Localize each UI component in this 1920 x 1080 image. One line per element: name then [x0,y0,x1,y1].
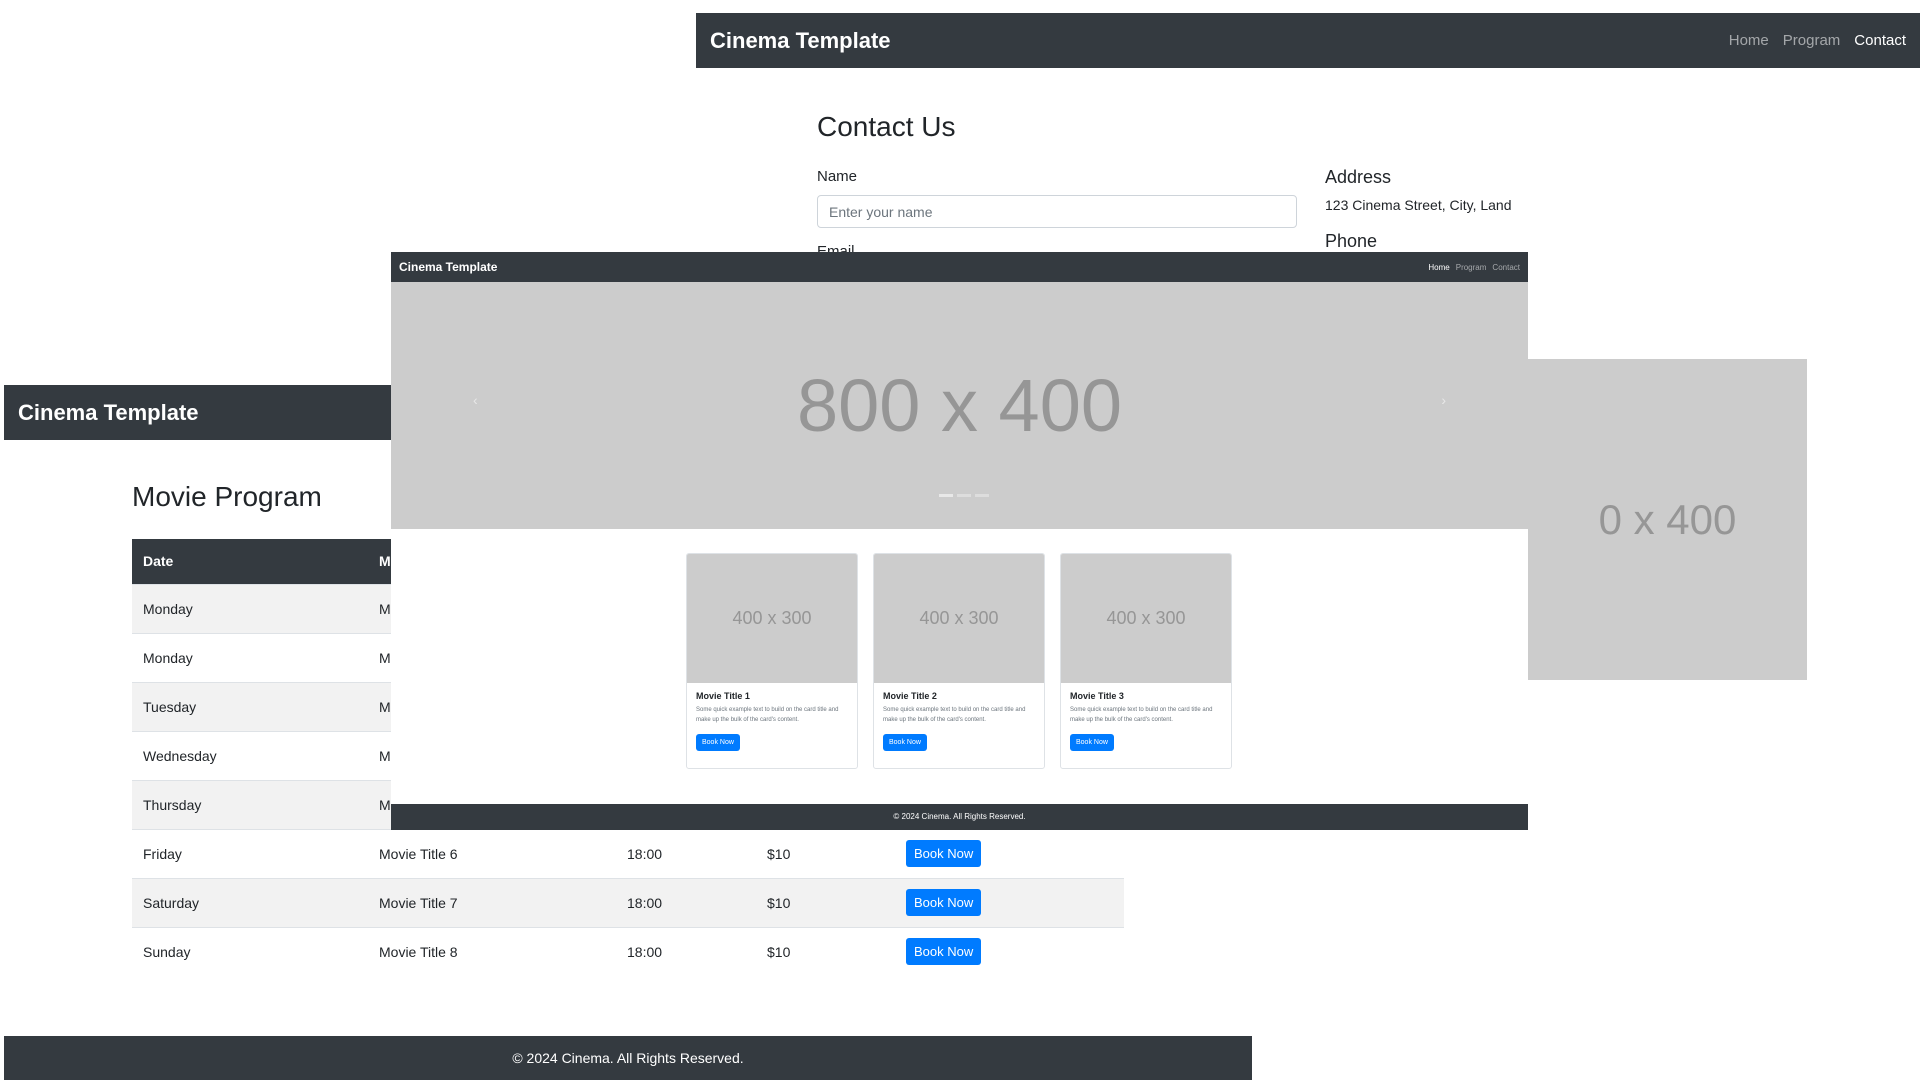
home-footer: © 2024 Cinema. All Rights Reserved. [391,804,1528,830]
nav-link-program[interactable]: Program [1783,32,1841,49]
book-now-button[interactable]: Book Now [1070,734,1114,751]
contact-page-window: Cinema Template Home Program Contact Con… [696,13,1920,253]
card-text: Some quick example text to build on the … [1070,707,1213,723]
side-image-placeholder: 0 x 400 [1528,359,1807,680]
address-text: 123 Cinema Street, City, Land [1325,197,1512,213]
carousel-indicator[interactable] [939,494,953,497]
card-body: Movie Title 3 Some quick example text to… [1061,683,1231,759]
chevron-left-icon[interactable]: ‹ [473,392,478,408]
card-body: Movie Title 1 Some quick example text to… [687,683,857,759]
cell-movie: Movie Title 8 [368,926,616,976]
carousel-image-text: 800 x 400 [796,364,1123,447]
cell-time: 18:00 [616,877,756,927]
cell-day: Monday [132,632,368,682]
nav-link-contact[interactable]: Contact [1492,263,1520,272]
carousel-indicators [937,494,991,497]
cell-day: Saturday [132,877,368,927]
cell-day: Tuesday [132,681,368,731]
navbar-brand[interactable]: Cinema Template [18,400,199,426]
book-now-button[interactable]: Book Now [883,734,927,751]
book-now-button[interactable]: Book Now [906,840,982,867]
card-text: Some quick example text to build on the … [883,707,1026,723]
name-input[interactable] [817,195,1297,228]
card-image-text: 400 x 300 [919,608,999,628]
nav-link-contact[interactable]: Contact [1854,32,1906,49]
movie-card: 400 x 300 Movie Title 3 Some quick examp… [1060,553,1232,769]
side-image-text: 0 x 400 [1598,495,1737,543]
movie-card: 400 x 300 Movie Title 2 Some quick examp… [873,553,1045,769]
cell-movie: Movie Title 7 [368,877,616,927]
home-navbar: Cinema Template Home Program Contact [391,252,1528,282]
column-header-date: Date [132,539,368,584]
table-row: Friday Movie Title 6 18:00 $10 Book Now [132,828,1124,878]
page-title: Contact Us [817,111,956,142]
carousel-indicator[interactable] [975,494,989,497]
cell-action: Book Now [895,877,1124,927]
carousel-indicator[interactable] [957,494,971,497]
cell-day: Sunday [132,926,368,976]
phone-heading: Phone [1325,231,1378,251]
hero-carousel: 800 x 400 ‹ › [391,282,1528,529]
card-image-placeholder: 400 x 300 [1061,554,1231,683]
cell-price: $10 [756,926,895,976]
card-image-placeholder: 400 x 300 [874,554,1044,683]
table-row: Sunday Movie Title 8 18:00 $10 Book Now [132,926,1124,976]
nav-link-home[interactable]: Home [1729,32,1769,49]
navbar-brand[interactable]: Cinema Template [399,260,497,274]
cell-day: Friday [132,828,368,878]
program-footer: © 2024 Cinema. All Rights Reserved. [4,1036,1252,1080]
navbar-brand[interactable]: Cinema Template [710,28,891,54]
table-row: Saturday Movie Title 7 18:00 $10 Book No… [132,877,1124,927]
home-page-window: Cinema Template Home Program Contact 800… [391,252,1528,830]
nav-link-program[interactable]: Program [1456,263,1487,272]
cell-time: 18:00 [616,926,756,976]
card-image-placeholder: 400 x 300 [687,554,857,683]
card-image-text: 400 x 300 [732,608,812,628]
book-now-button[interactable]: Book Now [906,889,982,916]
movie-card: 400 x 300 Movie Title 1 Some quick examp… [686,553,858,769]
navbar-links: Home Program Contact [1422,263,1520,272]
card-title: Movie Title 2 [883,691,937,701]
name-label: Name [817,168,858,185]
book-now-button[interactable]: Book Now [696,734,740,751]
cell-day: Monday [132,583,368,633]
card-text: Some quick example text to build on the … [696,707,839,723]
navbar-links: Home Program Contact [1715,32,1906,49]
card-title: Movie Title 3 [1070,691,1124,701]
cell-action: Book Now [895,828,1124,878]
card-title: Movie Title 1 [696,691,750,701]
cell-day: Thursday [132,779,368,829]
card-body: Movie Title 2 Some quick example text to… [874,683,1044,759]
cell-action: Book Now [895,926,1124,976]
book-now-button[interactable]: Book Now [906,938,982,966]
address-heading: Address [1325,167,1392,187]
page-title: Movie Program [132,481,322,512]
movie-cards: 400 x 300 Movie Title 1 Some quick examp… [686,553,1247,769]
cell-movie: Movie Title 6 [368,828,616,878]
cell-time: 18:00 [616,828,756,878]
card-image-text: 400 x 300 [1106,608,1186,628]
nav-link-home[interactable]: Home [1428,263,1449,272]
cell-price: $10 [756,828,895,878]
cell-price: $10 [756,877,895,927]
cell-day: Wednesday [132,730,368,780]
chevron-right-icon[interactable]: › [1441,392,1446,408]
contact-navbar: Cinema Template Home Program Contact [696,13,1920,68]
